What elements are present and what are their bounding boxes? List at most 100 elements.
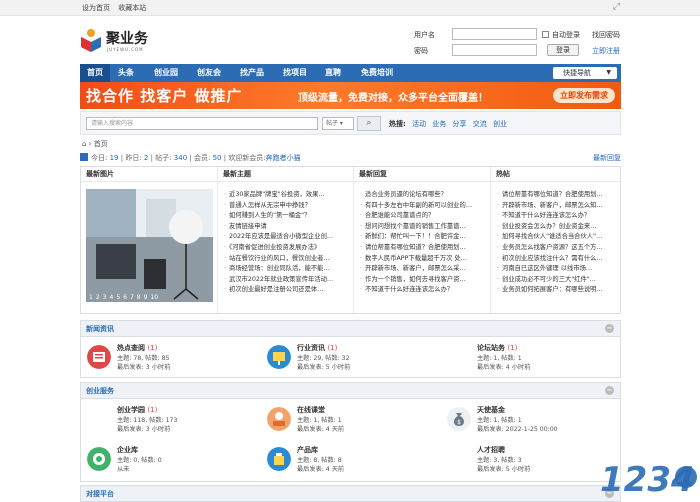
nav-training[interactable]: 免费培训	[354, 64, 400, 82]
ad-banner[interactable]: 找合作 找客户 做推广 顶级流量，免费对接，众多平台全面覆盖！ 立即发布需求	[80, 82, 621, 109]
list-item[interactable]: 如何赚到人生的"第一桶金"？	[224, 211, 333, 222]
latest-replies-link[interactable]: 最新回复	[593, 153, 621, 163]
forum-site-affairs[interactable]: 论坛站务 (1) 主题: 1, 帖数: 1 最后发表: 4 小时前	[441, 343, 611, 381]
forum-company-library[interactable]: 企业库 主题: 0, 帖数: 0 从未	[81, 445, 251, 483]
list-item[interactable]: 不知道干什么好连连该怎么办？	[497, 211, 603, 222]
forum-startup-academy[interactable]: 创业学园 (1) 主题: 118, 帖数: 173 最后发表: 3 小时前	[81, 405, 251, 443]
pager-page[interactable]: 4	[109, 294, 113, 301]
nav-hiring[interactable]: 直聘	[320, 64, 346, 82]
hot-link[interactable]: 分享	[453, 120, 467, 128]
forum-title[interactable]: 行业资讯	[297, 344, 325, 352]
auto-login-checkbox[interactable]	[542, 31, 549, 38]
forum-title[interactable]: 在线课堂	[297, 406, 325, 414]
list-item[interactable]: 武汉市2022年就业政策宣传年活动…	[224, 275, 333, 286]
section-startup-header[interactable]: 创业服务 −	[81, 383, 620, 399]
pager-page[interactable]: 8	[137, 294, 141, 301]
list-item[interactable]: 有四十多左右中年副的新可以创业的…	[360, 201, 472, 212]
password-input[interactable]	[452, 44, 537, 56]
list-item[interactable]: 普通人怎样从无宗申中挣钱？	[224, 201, 333, 212]
forum-title[interactable]: 热点查阅	[117, 344, 145, 352]
list-item[interactable]: 加何寻找合伙人"谁适合当合伙人"…	[497, 232, 603, 243]
list-item[interactable]: 创业投资会怎么办？创业资金来…	[497, 222, 603, 233]
list-item[interactable]: 开辟新市场、新客户，邮票怎么采…	[360, 264, 472, 275]
collapse-icon[interactable]: −	[605, 324, 614, 333]
nav-projects[interactable]: 找项目	[277, 64, 313, 82]
breadcrumb-home[interactable]: 首页	[94, 140, 108, 148]
section-matching-header[interactable]: 对接平台 −	[81, 486, 620, 502]
forum-title[interactable]: 产品库	[297, 446, 318, 454]
pager-page[interactable]: 6	[123, 294, 127, 301]
nav-headlines[interactable]: 头条	[113, 64, 139, 82]
home-icon[interactable]: ⌂	[82, 140, 86, 148]
hot-link[interactable]: 活动	[412, 120, 426, 128]
forum-angel-fund[interactable]: $ 天使基金 主题: 1, 帖数: 1 最后发表: 2022-1-25 00:0…	[441, 405, 611, 443]
nav-friends[interactable]: 创友会	[191, 64, 227, 82]
forum-hot-news[interactable]: 热点查阅 (1) 主题: 78, 帖数: 85 最后发表: 3 小时前	[81, 343, 251, 381]
section-news-header[interactable]: 新闻资讯 −	[81, 321, 620, 337]
list-item[interactable]: 不知道干什么好连连该怎么办？	[360, 285, 472, 296]
forum-online-class[interactable]: 在线课堂 主题: 1, 帖数: 1 最后发表: 4 天前	[261, 405, 431, 443]
hot-link[interactable]: 交流	[473, 120, 487, 128]
list-item[interactable]: 新鲜们：帮忙叫一下！！合肥许金…	[360, 232, 472, 243]
pager-page[interactable]: 2	[96, 294, 100, 301]
list-item[interactable]: 数字人民币APP下载量超千万次 处…	[360, 254, 472, 265]
list-item[interactable]: 适合业务员逼的论坛有哪些？	[360, 190, 472, 201]
forum-product-library[interactable]: 产品库 主题: 8, 帖数: 8 最后发表: 4 天前	[261, 445, 431, 483]
new-member-link[interactable]: 奔跑者小猫	[266, 154, 301, 162]
hot-link[interactable]: 创业	[493, 120, 507, 128]
list-item[interactable]: 作为一个销售，如何去寻找客户资…	[360, 275, 472, 286]
pager-page[interactable]: 7	[130, 294, 134, 301]
register-link[interactable]: 立即注册	[592, 46, 620, 56]
list-item[interactable]: 近30家品牌"牌宝"谷投资，效果…	[224, 190, 333, 201]
hot-link[interactable]: 业务	[432, 120, 446, 128]
forum-stats: 今日: 19 | 昨日: 2 | 帖子: 340 | 会员: 50 | 欢迎新会…	[80, 152, 621, 165]
nav-home[interactable]: 首页	[80, 64, 110, 82]
quick-nav-dropdown[interactable]: 快捷导航 ▼	[553, 67, 617, 79]
forum-name: 在线课堂	[297, 405, 325, 415]
list-item[interactable]: 河南自已这区外键理 以线市场…	[497, 264, 603, 275]
search-input[interactable]: 请输入搜索内容	[86, 117, 318, 130]
pager-page[interactable]: 3	[103, 294, 107, 301]
list-item[interactable]: 合肥谁能公司靠谱点的？	[360, 211, 472, 222]
list-item[interactable]: 请位帮靠有哪位知道？合肥使用划…	[497, 190, 603, 201]
forum-industry-news[interactable]: 行业资讯 (1) 主题: 29, 帖数: 32 最后发表: 5 小时前	[261, 343, 431, 381]
latest-photo-slide[interactable]: 1 2 3 4 5 6 7 8 9 10	[86, 189, 213, 302]
pager-page[interactable]: 1	[89, 294, 93, 301]
forum-title[interactable]: 天使基金	[477, 406, 505, 414]
list-item[interactable]: 初次创业应该找注什么？需有什么…	[497, 254, 603, 265]
pager-page[interactable]: 10	[150, 294, 158, 301]
forum-title[interactable]: 创业学园	[117, 406, 145, 414]
collapse-icon[interactable]: −	[605, 386, 614, 395]
forum-title[interactable]: 人才招聘	[477, 446, 505, 454]
list-item[interactable]: 初次创业最好是注册公司还是体…	[224, 285, 333, 296]
bookmark-link[interactable]: 收藏本站	[118, 4, 146, 12]
login-button[interactable]: 登录	[547, 44, 579, 56]
pager-page[interactable]: 9	[144, 294, 148, 301]
search-button[interactable]: ⌕	[357, 116, 381, 131]
forum-title[interactable]: 论坛站务	[477, 344, 505, 352]
banner-cta-button[interactable]: 立即发布需求	[553, 88, 615, 103]
list-item[interactable]: 请位帮靠有哪位知道？合肥使用划…	[360, 243, 472, 254]
nav-startup-park[interactable]: 创业园	[148, 64, 184, 82]
list-item[interactable]: 《河南省促进创业投资发展办法》	[224, 243, 333, 254]
list-item[interactable]: 业务员怎么找客户资源？这五个方…	[497, 243, 603, 254]
list-item[interactable]: 想问问想找个靠谱的销售工作靠谱…	[360, 222, 472, 233]
search-scope-select[interactable]: 帖子 ▾	[322, 117, 354, 130]
auto-login-label: 自动登录	[552, 31, 580, 39]
set-home-link[interactable]: 设为首页	[82, 4, 110, 12]
list-item[interactable]: 商场经营场：创业同队活，能不能…	[224, 264, 333, 275]
username-input[interactable]	[452, 28, 537, 40]
list-item[interactable]: 创业成功必不可少的三大"红件"…	[497, 275, 603, 286]
nav-products[interactable]: 找产品	[234, 64, 270, 82]
forum-talent-hiring[interactable]: 人才招聘 主题: 3, 帖数: 3 最后发表: 5 小时前	[441, 445, 611, 483]
list-item[interactable]: 2022年应该是最适合小微型企业创…	[224, 232, 333, 243]
site-logo[interactable]: 聚业务 JUYEWU.COM	[80, 28, 160, 58]
list-item[interactable]: 业务员如何拓展客户：有哪些说明…	[497, 285, 603, 296]
pager-page[interactable]: 5	[116, 294, 120, 301]
list-item[interactable]: 站在餐饮行业的风口，餐饮创业者…	[224, 254, 333, 265]
list-item[interactable]: 开辟新市场、新客户，邮票怎么知…	[497, 201, 603, 212]
forgot-password-link[interactable]: 找回密码	[592, 30, 620, 40]
expand-icon[interactable]: ⤢	[613, 2, 620, 12]
list-item[interactable]: 友情链接申请	[224, 222, 333, 233]
forum-title[interactable]: 企业库	[117, 446, 138, 454]
